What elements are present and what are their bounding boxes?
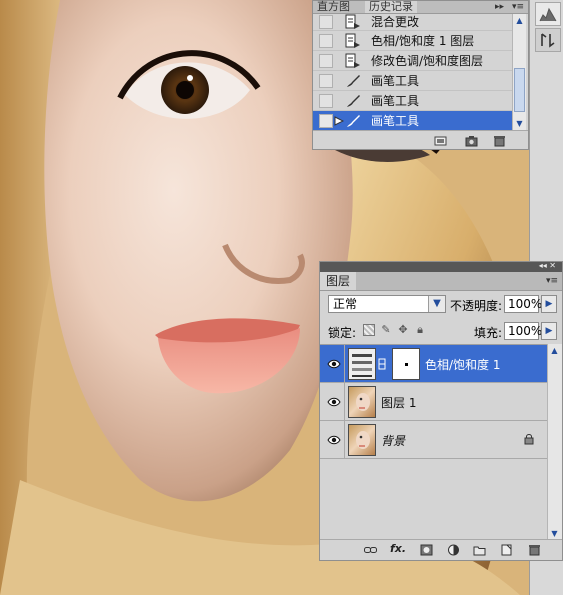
blend-mode-value: 正常 — [333, 297, 358, 311]
lock-transparency-icon[interactable] — [363, 324, 375, 336]
scroll-up-icon[interactable]: ▲ — [513, 14, 526, 27]
trash-icon[interactable] — [528, 544, 541, 556]
history-snapshot-checkbox[interactable] — [319, 74, 333, 88]
history-item-label: 色相/饱和度 1 图层 — [371, 34, 475, 48]
panel-menu-icon[interactable]: ▾≡ — [546, 272, 558, 290]
opacity-input[interactable]: 100% — [504, 295, 542, 313]
tab-history[interactable]: 历史记录 — [365, 1, 417, 13]
layer-row-layer1[interactable]: 图层 1 — [320, 383, 549, 421]
opacity-label: 不透明度: — [450, 299, 503, 313]
lock-position-move-icon[interactable]: ✥ — [397, 324, 409, 336]
history-item-label: 修改色调/饱和度图层 — [371, 54, 484, 68]
layer-mask-thumbnail[interactable] — [392, 348, 420, 380]
history-item[interactable]: 色相/饱和度 1 图层 — [313, 31, 513, 51]
tab-histogram[interactable]: 直方图 — [313, 1, 354, 13]
portrait-thumbnail-image — [356, 393, 370, 411]
brush-icon — [347, 115, 360, 127]
layers-footer: fx. — [320, 539, 562, 560]
divider — [344, 383, 345, 421]
blend-mode-select[interactable]: 正常 ▼ — [328, 295, 446, 313]
link-layers-icon[interactable] — [364, 544, 377, 556]
history-tab-bar: 直方图 历史记录 ▸▸ ▾≡ — [313, 1, 528, 14]
link-chain-icon[interactable] — [378, 358, 386, 370]
history-snapshot-checkbox[interactable] — [319, 34, 333, 48]
panel-menu-icon[interactable]: ▾≡ — [512, 1, 524, 13]
history-snapshot-checkbox[interactable] — [319, 15, 333, 29]
fill-label: 填充: — [474, 326, 503, 340]
adjustment-layer-thumbnail[interactable] — [348, 348, 376, 380]
chevron-down-icon[interactable]: ▼ — [428, 296, 445, 312]
lock-icon — [524, 433, 534, 445]
scroll-up-icon[interactable]: ▲ — [548, 344, 561, 357]
collapse-icon[interactable]: ▸▸ — [495, 1, 504, 13]
divider — [344, 421, 345, 459]
trash-icon[interactable] — [493, 135, 506, 147]
history-snapshot-checkbox[interactable] — [319, 114, 333, 128]
history-item-label: 混合更改 — [371, 15, 420, 29]
document-icon — [345, 53, 360, 68]
history-footer — [313, 130, 528, 149]
history-item[interactable]: 修改色调/饱和度图层 — [313, 51, 513, 71]
add-mask-icon[interactable] — [420, 544, 433, 556]
document-icon — [345, 33, 360, 48]
new-layer-icon[interactable] — [500, 544, 513, 556]
layer-thumbnail[interactable] — [348, 424, 376, 456]
eye-icon[interactable] — [327, 395, 341, 409]
scroll-down-icon[interactable]: ▼ — [513, 117, 526, 130]
history-snapshot-checkbox[interactable] — [319, 54, 333, 68]
layers-list: 色相/饱和度 1 图层 1 背景 — [320, 344, 549, 541]
layer-style-fx-icon[interactable]: fx. — [390, 542, 406, 555]
hue-saturation-icon — [352, 354, 372, 377]
collapse-icon[interactable]: ◂◂ ✕ — [539, 261, 556, 271]
history-item-label: 画笔工具 — [371, 74, 420, 88]
document-icon — [345, 14, 360, 29]
opacity-slider-arrow-icon[interactable]: ▶ — [541, 295, 557, 313]
history-item-label: 画笔工具 — [371, 114, 420, 128]
layer-name[interactable]: 色相/饱和度 1 — [425, 356, 501, 373]
fill-slider-arrow-icon[interactable]: ▶ — [541, 322, 557, 340]
lock-label: 锁定: — [328, 326, 357, 340]
fill-input[interactable]: 100% — [504, 322, 542, 340]
history-item-label: 画笔工具 — [371, 94, 420, 108]
layer-name[interactable]: 背景 — [381, 432, 405, 449]
history-scrollbar[interactable]: ▲ ▼ — [512, 14, 526, 130]
layer-name[interactable]: 图层 1 — [381, 394, 416, 411]
history-snapshot-checkbox[interactable] — [319, 94, 333, 108]
new-document-from-state-icon[interactable] — [434, 135, 447, 147]
eye-icon[interactable] — [327, 433, 341, 447]
new-group-folder-icon[interactable] — [473, 544, 486, 556]
history-icon[interactable] — [535, 28, 561, 52]
mask-dot — [405, 363, 408, 366]
brush-icon — [347, 75, 360, 87]
lock-pixels-brush-icon[interactable]: ✎ — [380, 324, 392, 336]
layers-panel-titlebar[interactable]: ◂◂ ✕ — [320, 261, 562, 272]
scroll-thumb[interactable] — [514, 68, 525, 112]
history-state-marker-icon — [334, 116, 344, 126]
histogram-icon[interactable] — [535, 2, 561, 26]
layers-panel: ◂◂ ✕ 图层 ▾≡ 正常 ▼ 不透明度: 100% ▶ 锁定: ✎ ✥ 🔒︎ … — [319, 261, 563, 561]
brush-icon — [347, 95, 360, 107]
layer-thumbnail[interactable] — [348, 386, 376, 418]
layer-row-hue-saturation[interactable]: 色相/饱和度 1 — [320, 345, 549, 383]
portrait-thumbnail-image — [356, 431, 370, 449]
history-item-selected[interactable]: 画笔工具 — [313, 111, 513, 131]
camera-icon[interactable] — [465, 135, 478, 147]
layer-row-background[interactable]: 背景 — [320, 421, 549, 459]
layers-tab-bar: 图层 ▾≡ — [320, 272, 562, 291]
history-item[interactable]: 画笔工具 — [313, 71, 513, 91]
history-item[interactable]: 混合更改 — [313, 14, 513, 31]
layers-scrollbar[interactable]: ▲ ▼ — [547, 344, 562, 540]
divider — [344, 345, 345, 383]
lock-all-icon[interactable]: 🔒︎ — [414, 324, 426, 336]
history-panel: 直方图 历史记录 ▸▸ ▾≡ 混合更改 色相/饱和度 1 图层 修改色调/饱和度… — [312, 0, 529, 150]
eye-icon[interactable] — [327, 357, 341, 371]
history-item[interactable]: 画笔工具 — [313, 91, 513, 111]
adjustment-layer-icon[interactable] — [447, 544, 460, 556]
tab-layers[interactable]: 图层 — [320, 272, 357, 290]
